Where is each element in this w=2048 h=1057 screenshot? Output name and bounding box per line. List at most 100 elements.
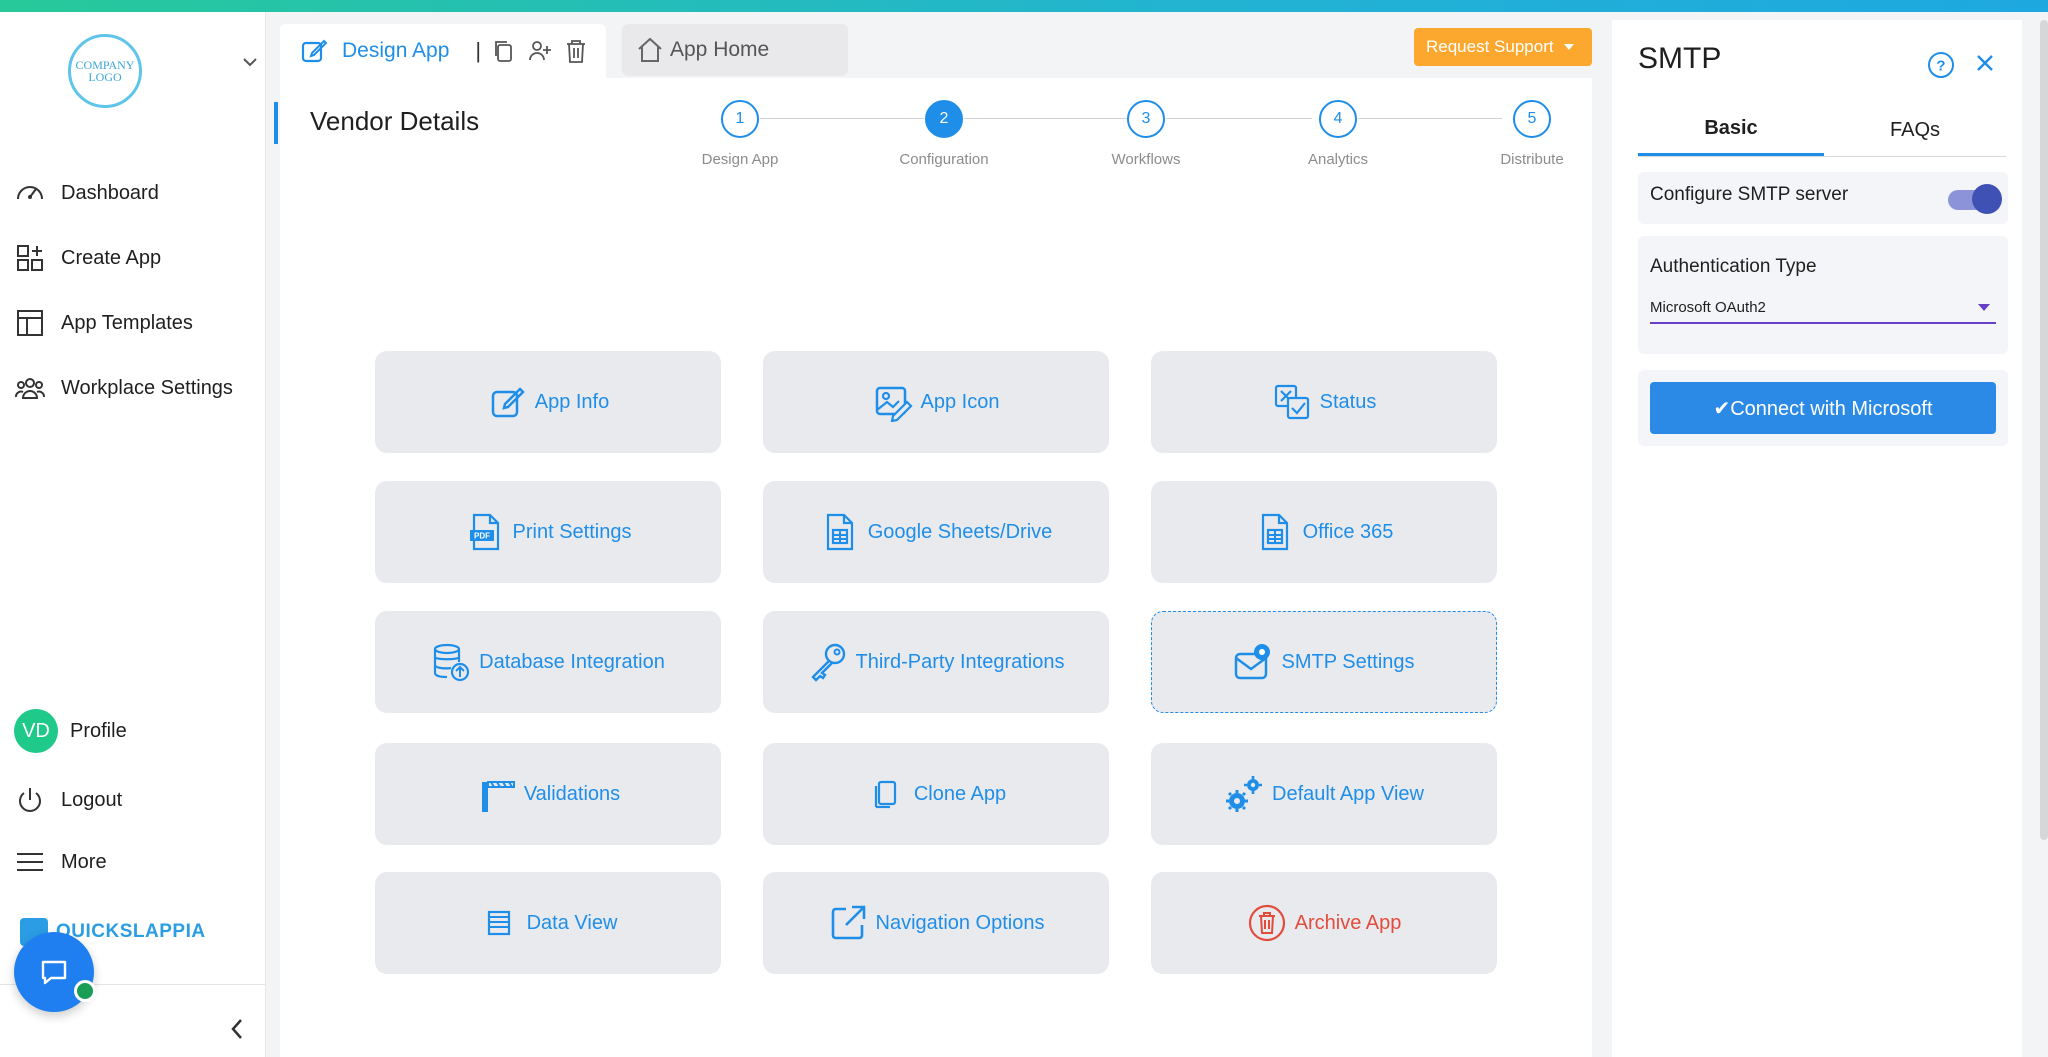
tab-design-app[interactable]: Design App | (280, 24, 606, 78)
tab-separator: | (475, 38, 481, 64)
app-info-card[interactable]: App Info (375, 351, 721, 453)
stepper-connector (1166, 118, 1312, 119)
barrier-icon (476, 774, 516, 814)
spreadsheet-icon (820, 512, 860, 552)
app-icon-card[interactable]: App Icon (763, 351, 1109, 453)
help-icon[interactable]: ? (1926, 50, 1956, 80)
scrollbar[interactable] (2040, 20, 2048, 840)
card-label: SMTP Settings (1281, 651, 1414, 674)
external-link-icon (828, 903, 868, 943)
office-365-card[interactable]: Office 365 (1151, 481, 1497, 583)
top-accent-bar (0, 0, 2048, 12)
sidebar-item-create-app[interactable]: Create App (14, 238, 161, 278)
menu-icon (14, 846, 46, 878)
step-label: Distribute (1462, 151, 1602, 168)
step-analytics[interactable]: 4 (1319, 100, 1357, 138)
edit-icon (300, 37, 328, 65)
users-icon (14, 372, 46, 404)
sidebar-item-workplace-settings[interactable]: Workplace Settings (14, 368, 233, 408)
data-view-card[interactable]: Data View (375, 872, 721, 974)
step-label: Analytics (1268, 151, 1408, 168)
svg-text:PDF: PDF (474, 532, 490, 541)
page-title: Vendor Details (310, 106, 479, 137)
sidebar-item-label: Workplace Settings (61, 377, 233, 400)
step-distribute[interactable]: 5 (1513, 100, 1551, 138)
archive-app-card[interactable]: Archive App (1151, 872, 1497, 974)
tab-faqs[interactable]: FAQs (1822, 104, 2008, 156)
svg-text:?: ? (1936, 58, 1945, 75)
step-configuration[interactable]: 2 (925, 100, 963, 138)
card-label: Navigation Options (876, 912, 1045, 935)
chevron-down-icon[interactable] (240, 52, 260, 72)
card-label: Status (1320, 391, 1377, 414)
card-label: Validations (524, 783, 620, 806)
card-label: Clone App (914, 783, 1006, 806)
tab-basic[interactable]: Basic (1638, 104, 1824, 156)
stepper-connector (964, 118, 1128, 119)
request-support-label: Request Support (1426, 37, 1554, 57)
sidebar-item-label: Dashboard (61, 182, 159, 205)
edit-icon (487, 382, 527, 422)
sidebar-item-profile[interactable]: VD Profile (14, 711, 127, 751)
auth-type-select[interactable]: Microsoft OAuth2 (1650, 292, 1996, 324)
sidebar-item-label: Create App (61, 247, 161, 270)
chevron-left-icon[interactable] (224, 1014, 250, 1044)
google-sheets-drive-card[interactable]: Google Sheets/Drive (763, 481, 1109, 583)
configure-smtp-label: Configure SMTP server (1650, 184, 1848, 206)
request-support-button[interactable]: Request Support (1414, 28, 1592, 66)
copy-icon[interactable] (491, 38, 517, 64)
card-label: App Info (535, 391, 610, 414)
smtp-settings-card[interactable]: SMTP Settings (1151, 611, 1497, 713)
stepper-connector (1358, 118, 1502, 119)
trash-icon[interactable] (563, 38, 589, 64)
step-workflows[interactable]: 3 (1127, 100, 1165, 138)
dashboard-gauge-icon (14, 177, 46, 209)
step-label: Design App (670, 151, 810, 168)
key-icon (808, 642, 848, 682)
status-check-icon (1272, 382, 1312, 422)
copy-icon (866, 774, 906, 814)
sidebar-item-more[interactable]: More (14, 842, 107, 882)
card-label: Database Integration (479, 651, 665, 674)
caret-down-icon (1564, 44, 1574, 50)
third-party-integrations-card[interactable]: Third-Party Integrations (763, 611, 1109, 713)
image-edit-icon (873, 382, 913, 422)
dropdown-caret-icon (1978, 304, 1990, 311)
status-card[interactable]: Status (1151, 351, 1497, 453)
design-app-tab-label[interactable]: Design App (300, 37, 449, 65)
close-icon[interactable] (1972, 50, 1998, 76)
default-app-view-card[interactable]: Default App View (1151, 743, 1497, 845)
navigation-options-card[interactable]: Navigation Options (763, 872, 1109, 974)
mail-settings-icon (1233, 642, 1273, 682)
logo-text: COMPANY LOGO (71, 59, 139, 83)
panel-title: SMTP (1638, 42, 1721, 76)
pdf-icon: PDF (465, 512, 505, 552)
company-logo[interactable]: COMPANY LOGO (68, 34, 142, 108)
stepper-connector (760, 118, 924, 119)
card-label: Print Settings (513, 521, 632, 544)
clone-app-card[interactable]: Clone App (763, 743, 1109, 845)
add-user-icon[interactable] (527, 38, 553, 64)
connect-microsoft-button[interactable]: ✔Connect with Microsoft (1650, 382, 1996, 434)
auth-type-value: Microsoft OAuth2 (1650, 299, 1766, 316)
validations-card[interactable]: Validations (375, 743, 721, 845)
list-icon (479, 903, 519, 943)
card-label: Google Sheets/Drive (868, 521, 1053, 544)
tab-divider (1638, 156, 2006, 157)
print-settings-card[interactable]: PDF Print Settings (375, 481, 721, 583)
home-icon (636, 36, 664, 64)
step-design-app[interactable]: 1 (721, 100, 759, 138)
card-label: Third-Party Integrations (856, 651, 1065, 674)
sidebar-item-app-templates[interactable]: App Templates (14, 303, 193, 343)
toggle-knob[interactable] (1972, 184, 2002, 214)
online-status-dot (74, 980, 96, 1002)
card-label: Archive App (1295, 912, 1402, 935)
gears-icon (1224, 774, 1264, 814)
card-label: Data View (527, 912, 618, 935)
database-integration-card[interactable]: Database Integration (375, 611, 721, 713)
tab-app-home[interactable]: App Home (622, 24, 848, 76)
sidebar-item-logout[interactable]: Logout (14, 780, 122, 820)
spreadsheet-icon (1255, 512, 1295, 552)
sidebar-item-dashboard[interactable]: Dashboard (14, 173, 159, 213)
card-label: Office 365 (1303, 521, 1394, 544)
